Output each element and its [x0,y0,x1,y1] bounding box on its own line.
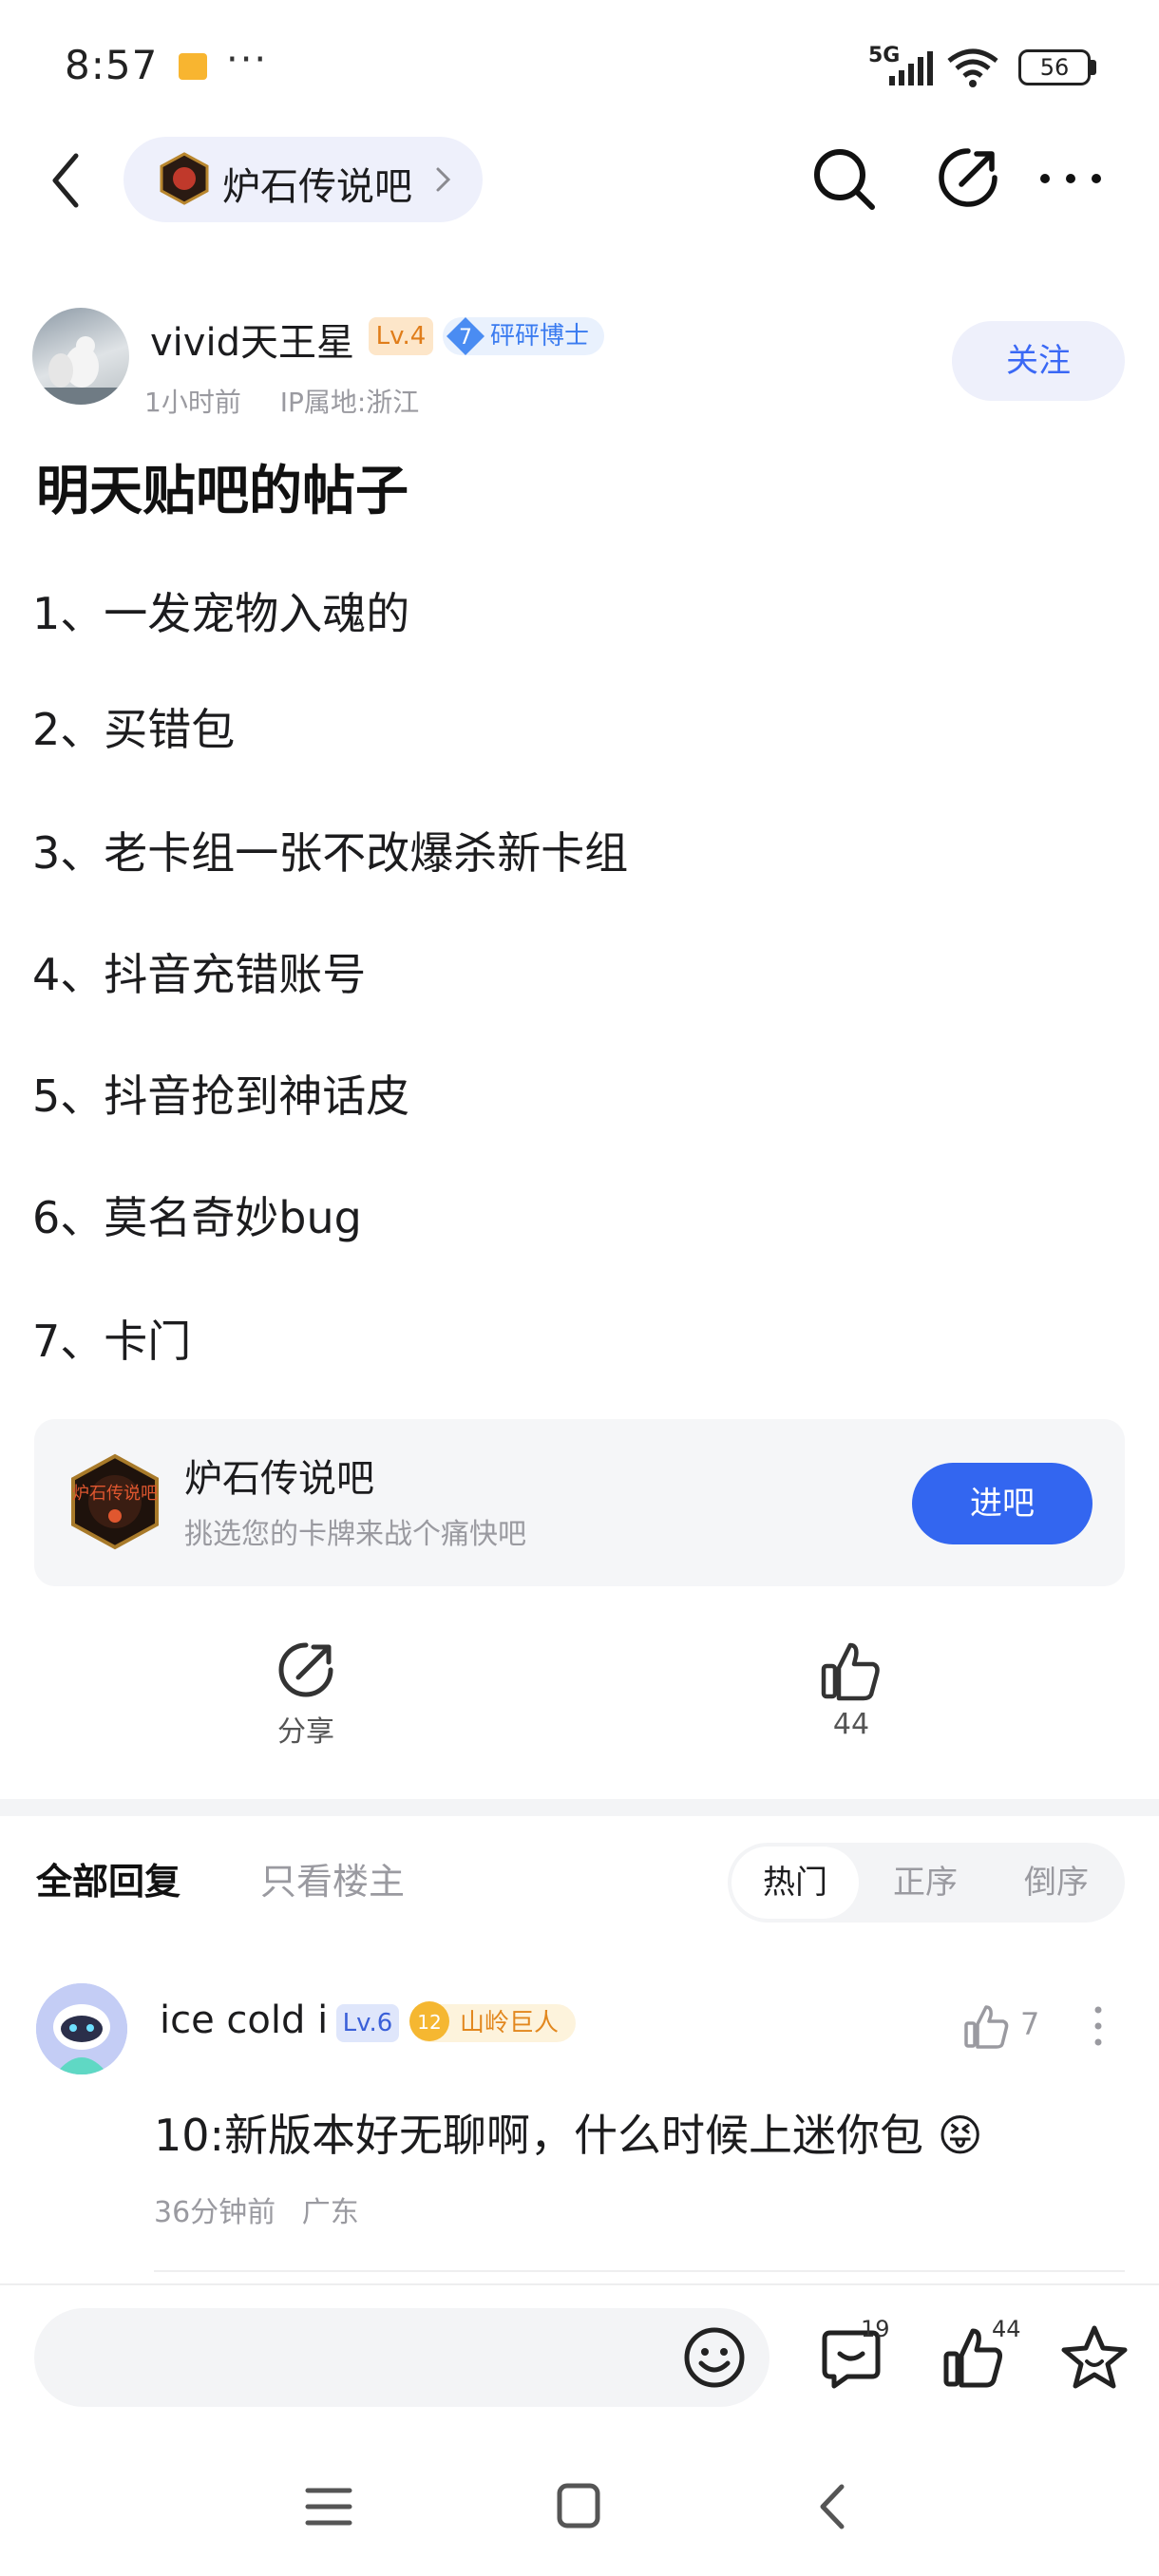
forum-card-logo-icon: 炉石传说吧 [71,1453,159,1550]
level-badge: Lv.4 [369,317,433,355]
wifi-icon [947,48,998,87]
comment-meta: 36分钟前 广东 [154,2188,359,2230]
bottom-bar-border [0,2283,1159,2285]
enter-forum-button[interactable]: 进吧 [912,1463,1092,1544]
post-title: 明天贴吧的帖子 [36,461,408,522]
comment-like-icon[interactable] [963,2002,1011,2050]
sort-descending[interactable]: 倒序 [1024,1847,1089,1919]
search-icon[interactable] [809,144,878,213]
title-level-number: 7 [459,326,472,350]
post-time: 1小时前 [144,387,241,418]
comment-divider [154,2270,1125,2272]
nav-back-icon[interactable] [813,2481,851,2532]
comment-like-count: 7 [1020,2006,1040,2042]
notification-icon [179,53,207,80]
status-time: 8:57 [65,42,159,88]
diamond-level-icon: 7 [446,317,484,355]
post-meta: 1小时前 IP属地:浙江 [144,382,419,420]
more-notifications-icon: ··· [226,38,269,82]
share-label: 分享 [277,1715,334,1749]
back-icon[interactable] [48,152,86,209]
share-button[interactable]: 分享 [256,1639,355,1753]
home-icon[interactable] [555,2481,602,2530]
chevron-right-icon [436,167,451,192]
thumbs-up-icon [821,1642,880,1701]
comment-body: 10:新版本好无聊啊，什么时候上迷你包 [154,2110,924,2161]
ip-location: IP属地:浙江 [279,387,420,418]
post-line: 5、抖音抢到神话皮 [32,1070,410,1122]
battery-tip [1091,60,1096,75]
bird-avatar-icon [32,336,129,405]
post-line: 7、卡门 [32,1316,192,1367]
author-avatar[interactable] [32,308,129,405]
title-level-number: 12 [417,2011,441,2034]
battery-icon: 56 [1018,49,1091,85]
comment-time: 36分钟前 [154,2196,276,2229]
forum-logo-icon [160,152,209,205]
comment-text: 10:新版本好无聊啊，什么时候上迷你包 😝 [154,2101,983,2164]
favorite-star-icon[interactable] [1060,2323,1129,2392]
robot-avatar-icon [36,1983,127,2074]
forum-card-name: 炉石传说吧 [184,1457,374,1501]
post-line: 4、抖音充错账号 [32,949,367,1000]
comment-more-icon[interactable] [1091,2004,1106,2048]
author-name[interactable]: vivid天王星 [150,312,354,367]
forum-card-description: 挑选您的卡牌来战个痛快吧 [184,1518,526,1551]
comment-location: 广东 [301,2196,359,2229]
compose-icon[interactable] [937,146,999,209]
commenter-name[interactable]: ice cold i [160,1998,328,2042]
post-line: 2、买错包 [32,704,236,755]
level-badge: Lv.6 [336,2004,399,2042]
medal-level-icon: 12 [409,2001,449,2041]
reply-input[interactable] [34,2308,770,2407]
post-line: 3、老卡组一张不改爆杀新卡组 [32,827,629,879]
post-line: 6、莫名奇妙bug [32,1192,362,1243]
emoji-icon: 😝 [937,2110,983,2161]
section-divider [0,1799,1159,1816]
more-icon[interactable] [1037,167,1104,190]
like-count: 44 [832,1708,870,1741]
forum-logo-text: 炉石传说吧 [72,1484,158,1504]
bottom-like-count: 44 [992,2316,1021,2342]
signal-icon [889,51,933,85]
tab-op-only[interactable]: 只看楼主 [260,1852,405,1904]
follow-button[interactable]: 关注 [952,321,1125,401]
sort-ascending[interactable]: 正序 [893,1847,958,1919]
commenter-avatar[interactable] [36,1983,127,2074]
comment-count: 19 [861,2316,890,2342]
like-button[interactable]: 44 [804,1639,899,1753]
share-icon [278,1642,333,1697]
post-line: 1、一发宠物入魂的 [32,588,410,639]
tab-all-replies[interactable]: 全部回复 [36,1852,180,1904]
sort-hot[interactable]: 热门 [732,1847,859,1919]
emoji-picker-icon[interactable] [682,2325,747,2390]
menu-icon[interactable] [304,2485,353,2529]
forum-pill-name: 炉石传说吧 [222,165,412,209]
